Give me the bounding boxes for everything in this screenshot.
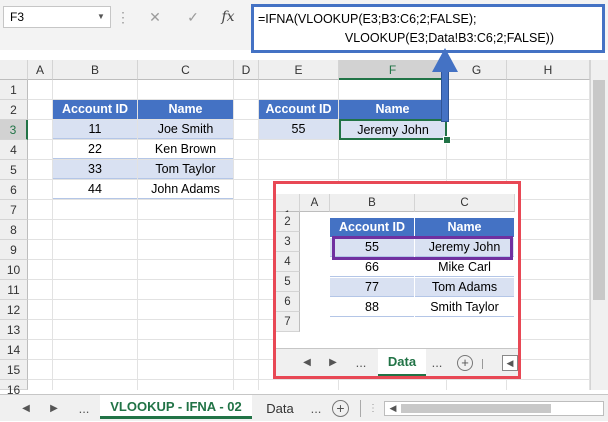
lookup-header-account-id: Account ID (259, 100, 338, 119)
enter-icon[interactable]: ✓ (183, 6, 203, 28)
more-sheets-left[interactable]: ... (74, 395, 94, 422)
tab-split-grip-icon[interactable]: ⋮ (368, 395, 378, 422)
inset-name-cell: Smith Taylor (415, 298, 514, 317)
prev-sheet-icon[interactable]: ◀ (18, 395, 34, 422)
inset-add-sheet-icon[interactable]: + (457, 355, 473, 371)
name-box-dropdown-icon[interactable]: ▼ (94, 6, 108, 28)
inset-name-cell: Mike Carl (415, 258, 514, 277)
inset-account-id-cell: 88 (330, 298, 414, 317)
inset-prev-sheet-icon[interactable]: ◀ (300, 349, 314, 376)
row-header-11[interactable]: 11 (0, 280, 28, 300)
inset-column-header-a: A (300, 194, 330, 212)
inset-divider (482, 359, 483, 369)
add-sheet-icon[interactable]: + (332, 400, 349, 417)
inset-name-cell: Tom Adams (415, 278, 514, 297)
formula-input[interactable]: =IFNA(VLOOKUP(E3;B3:C6;2;FALSE); VLOOKUP… (251, 4, 605, 53)
row-header-2[interactable]: 2 (0, 100, 28, 120)
next-sheet-icon[interactable]: ▶ (46, 395, 62, 422)
inset-row-header-4: 4 (276, 252, 300, 272)
horizontal-scroll-thumb[interactable] (401, 404, 551, 413)
inset-row-header-5: 5 (276, 272, 300, 292)
data-sheet-inset: ◀ ▶ ... Data ... + ◀ ABC1234567Account I… (273, 181, 521, 379)
row-header-16[interactable]: 16 (0, 380, 28, 397)
row-header-4[interactable]: 4 (0, 140, 28, 160)
vertical-scroll-thumb[interactable] (593, 80, 605, 300)
fill-handle[interactable] (443, 136, 451, 144)
row-header-15[interactable]: 15 (0, 360, 28, 380)
more-sheets-right[interactable]: ... (306, 395, 326, 422)
inset-row-header-2: 2 (276, 212, 300, 232)
inset-column-header-b: B (330, 194, 415, 212)
formula-line-1: =IFNA(VLOOKUP(E3;B3:C6;2;FALSE); (258, 12, 477, 26)
tab-divider (360, 400, 361, 417)
inset-row-header-6: 6 (276, 292, 300, 312)
inset-more-sheets[interactable]: ... (352, 349, 370, 376)
column-header-e[interactable]: E (259, 60, 339, 80)
row-header-6[interactable]: 6 (0, 180, 28, 200)
gridline-vertical (233, 80, 234, 390)
inset-account-id-cell: 66 (330, 258, 414, 277)
inset-header-account-id: Account ID (330, 218, 414, 237)
row-header-9[interactable]: 9 (0, 240, 28, 260)
row-header-14[interactable]: 14 (0, 340, 28, 360)
inset-next-sheet-icon[interactable]: ▶ (326, 349, 340, 376)
row-header-12[interactable]: 12 (0, 300, 28, 320)
select-all-corner[interactable] (0, 60, 28, 80)
gridline-horizontal (28, 379, 590, 380)
inset-header-name: Name (415, 218, 514, 237)
lookup-account-id-cell[interactable]: 55 (259, 120, 338, 139)
table1-name-cell[interactable]: Tom Taylor (138, 160, 233, 179)
inset-tab-bar: ◀ ▶ ... Data ... + ◀ (276, 348, 518, 376)
formula-line-2: VLOOKUP(E3;Data!B3:C6;2;FALSE)) (344, 31, 554, 45)
inset-column-header-c: C (415, 194, 515, 212)
tab-data[interactable]: Data (256, 395, 304, 422)
table1-header-account-id: Account ID (53, 100, 137, 119)
table1-account-id-cell[interactable]: 44 (53, 180, 137, 199)
inset-row-header-3: 3 (276, 232, 300, 252)
formula-bar-grip-icon: ⋮ (116, 9, 130, 25)
row-header-3[interactable]: 3 (0, 120, 28, 140)
inset-scroll-left-icon[interactable]: ◀ (502, 355, 518, 371)
inset-more-sheets-right[interactable]: ... (428, 349, 446, 376)
table1-name-cell[interactable]: Joe Smith (138, 120, 233, 139)
matched-row-highlight (332, 236, 513, 260)
table1-account-id-cell[interactable]: 11 (53, 120, 137, 139)
table1-name-cell[interactable]: John Adams (138, 180, 233, 199)
table1-account-id-cell[interactable]: 33 (53, 160, 137, 179)
horizontal-scrollbar[interactable]: ◀ (384, 401, 604, 416)
cancel-icon[interactable]: ✕ (145, 6, 165, 28)
row-header-8[interactable]: 8 (0, 220, 28, 240)
row-header-7[interactable]: 7 (0, 200, 28, 220)
row-header-1[interactable]: 1 (0, 80, 28, 100)
tab-vlookup-ifna-02[interactable]: VLOOKUP - IFNA - 02 (100, 395, 252, 419)
sheet-tab-bar: ◀ ▶ ... VLOOKUP - IFNA - 02 Data ... + ⋮… (0, 394, 608, 421)
row-header-10[interactable]: 10 (0, 260, 28, 280)
inset-tab-data[interactable]: Data (378, 349, 426, 376)
inset-account-id-cell: 77 (330, 278, 414, 297)
table1-account-id-cell[interactable]: 22 (53, 140, 137, 159)
table1-header-name: Name (138, 100, 233, 119)
inset-row-header-7: 7 (276, 312, 300, 332)
column-header-c[interactable]: C (138, 60, 234, 80)
row-header-13[interactable]: 13 (0, 320, 28, 340)
annotation-arrow-up-icon (432, 48, 458, 72)
column-header-b[interactable]: B (53, 60, 138, 80)
scroll-left-icon[interactable]: ◀ (387, 402, 399, 415)
lookup-header-name: Name (339, 100, 446, 119)
column-header-f[interactable]: F (339, 60, 447, 80)
row-header-5[interactable]: 5 (0, 160, 28, 180)
annotation-arrow-shaft (441, 70, 449, 122)
insert-function-icon[interactable]: fx (218, 6, 238, 28)
column-header-h[interactable]: H (507, 60, 590, 80)
selected-cell-f3[interactable]: Jeremy John (339, 119, 447, 140)
table1-name-cell[interactable]: Ken Brown (138, 140, 233, 159)
column-header-a[interactable]: A (28, 60, 53, 80)
column-header-d[interactable]: D (234, 60, 259, 80)
